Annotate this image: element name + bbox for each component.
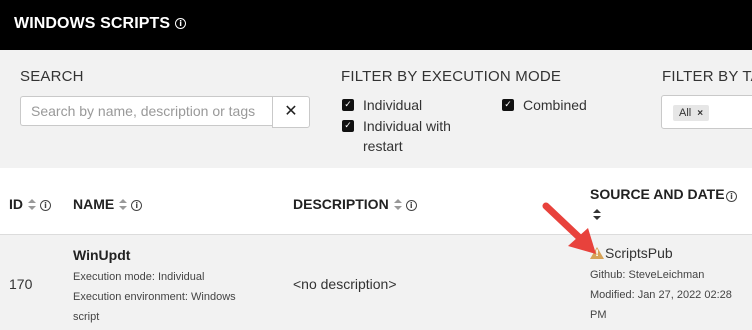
clear-search-button[interactable]: ✕	[272, 96, 310, 128]
page-title: WINDOWS SCRIPTS i	[14, 15, 187, 33]
column-header-label: DESCRIPTION	[293, 196, 389, 212]
info-icon[interactable]: i	[405, 200, 417, 211]
page-title-text: WINDOWS SCRIPTS	[14, 15, 171, 32]
info-icon[interactable]: i	[726, 191, 737, 202]
row-github: Github: SteveLeichman	[590, 269, 705, 281]
row-execution-environment: Execution environment: Windows	[73, 291, 236, 303]
column-header-source-and-date[interactable]: SOURCE AND DATE	[590, 186, 725, 202]
checkbox-checked-icon: ✓	[342, 120, 354, 132]
tag-chip: All ×	[673, 105, 710, 121]
tag-chip-label: All	[679, 107, 692, 119]
search-input[interactable]	[20, 96, 272, 126]
column-header-label: NAME	[73, 196, 115, 212]
checkbox-checked-icon: ✓	[502, 99, 514, 111]
checkbox-label: Individual with	[363, 118, 451, 134]
checkbox-label: Individual	[363, 97, 423, 113]
column-header-name[interactable]: NAME i	[73, 196, 143, 212]
table-header: ID i NAME i DESCRIPTION i SOURCE AND DATE i	[0, 168, 752, 235]
info-icon[interactable]: i	[40, 200, 51, 211]
row-name[interactable]: WinUpdt	[73, 247, 130, 263]
row-source-name[interactable]: ScriptsPub	[605, 245, 673, 261]
row-description: <no description>	[293, 276, 397, 292]
row-modified-line2: PM	[590, 309, 607, 321]
tags-filter-label: FILTER BY TA	[662, 68, 752, 85]
sort-icon[interactable]	[393, 199, 402, 210]
info-icon[interactable]: i	[175, 18, 187, 29]
execution-mode-label: FILTER BY EXECUTION MODE	[341, 68, 562, 85]
column-header-label: SOURCE AND DATE	[590, 186, 725, 202]
annotation-arrow-icon	[542, 202, 596, 254]
row-id: 170	[9, 276, 33, 292]
sort-icon[interactable]	[119, 199, 128, 210]
checkbox-label: Combined	[523, 97, 587, 113]
table-row[interactable]: 170 WinUpdt Execution mode: Individual E…	[0, 235, 752, 330]
close-icon: ✕	[284, 103, 298, 120]
top-bar: WINDOWS SCRIPTS i	[0, 0, 752, 50]
filter-panel: SEARCH ✕ FILTER BY EXECUTION MODE ✓ Indi…	[0, 50, 752, 168]
row-execution-mode: Execution mode: Individual	[73, 271, 205, 283]
column-header-label: ID	[9, 196, 23, 212]
search-group: ✕	[20, 96, 310, 128]
column-header-description[interactable]: DESCRIPTION i	[293, 196, 417, 212]
tags-select[interactable]: All ×	[661, 95, 752, 129]
info-icon[interactable]: i	[131, 200, 143, 211]
row-execution-environment-line2: script	[73, 311, 100, 323]
remove-tag-icon[interactable]: ×	[697, 108, 703, 119]
checkbox-checked-icon: ✓	[342, 99, 354, 111]
row-modified: Modified: Jan 27, 2022 02:28	[590, 289, 732, 301]
column-header-id[interactable]: ID i	[9, 196, 51, 212]
sort-icon[interactable]	[28, 199, 36, 210]
checkbox-label-line2: restart	[363, 138, 403, 154]
search-label: SEARCH	[20, 68, 84, 85]
